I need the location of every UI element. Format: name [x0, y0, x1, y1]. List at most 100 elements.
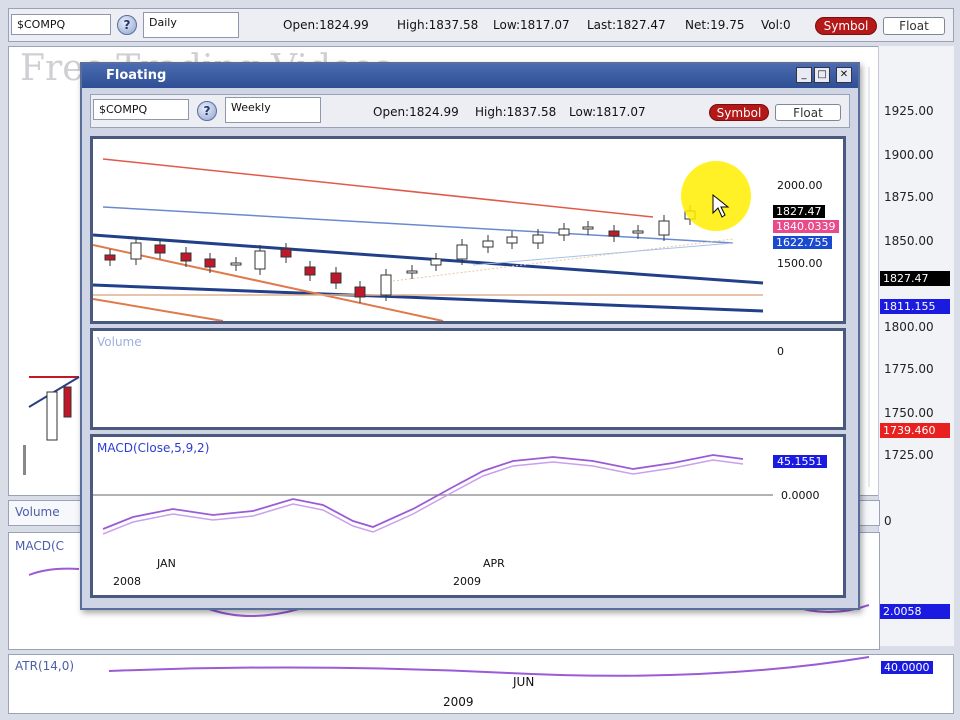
candle-body: [154, 244, 166, 254]
net-value: Net:19.75: [685, 18, 745, 32]
maximize-icon[interactable]: □: [814, 67, 830, 83]
price-axis-label: 1850.00: [884, 234, 934, 248]
close-icon[interactable]: ✕: [836, 67, 852, 83]
ma-price-tag: 1622.755: [773, 236, 832, 249]
price-axis-label: 1750.00: [884, 406, 934, 420]
macd-zero-label: 0.0000: [781, 489, 820, 502]
atr-plot: [108, 656, 870, 677]
last-price-tag: 1827.47: [880, 271, 950, 286]
channel-trendline: [93, 298, 224, 321]
x-axis-year: 2008: [113, 575, 141, 588]
candle-body: [230, 262, 242, 266]
symbol-button[interactable]: Symbol: [815, 17, 877, 35]
candle-body: [456, 244, 468, 260]
atr-panel[interactable]: ATR(14,0) JUN 2009 40.0000: [8, 654, 954, 714]
floating-window-titlebar[interactable]: Floating _ □ ✕: [82, 64, 858, 88]
bg-candle: [46, 391, 58, 441]
macd-line: [28, 567, 80, 576]
atr-value-tag: 40.0000: [881, 661, 933, 674]
macd-value-tag: 2.0058: [880, 604, 950, 619]
volume-axis-label: 0: [884, 514, 892, 528]
candle-body: [104, 254, 116, 261]
candle-body: [506, 236, 518, 244]
symbol-input[interactable]: $COMPQ: [11, 14, 111, 35]
price-axis-label: 1875.00: [884, 190, 934, 204]
volume-label: Volume: [15, 505, 60, 519]
ma-price-tag: 1739.460: [880, 423, 950, 438]
main-chart-toolbar: $COMPQ ? Daily Open:1824.99 High:1837.58…: [8, 8, 954, 42]
interval-select[interactable]: Weekly: [225, 97, 321, 123]
price-axis-label: 1775.00: [884, 362, 934, 376]
macd-line: [208, 608, 300, 617]
resistance-trendline: [102, 158, 654, 218]
atr-label: ATR(14,0): [15, 659, 75, 673]
volume-axis-label: 0: [777, 345, 784, 358]
candle-body: [608, 230, 620, 237]
macd-value-tag: 45.1551: [773, 455, 827, 468]
ma-price-tag: 1811.155: [880, 299, 950, 314]
floating-chart-window[interactable]: Floating _ □ ✕ $COMPQ ? Weekly Open:1824…: [80, 62, 860, 610]
candle-body: [204, 258, 216, 268]
last-value: Last:1827.47: [587, 18, 666, 32]
candle-body: [430, 258, 442, 266]
candle-body: [180, 252, 192, 262]
volume-label: Volume: [97, 335, 142, 349]
price-axis-label: 1800.00: [884, 320, 934, 334]
candle-body: [280, 248, 292, 258]
price-axis-label: 2000.00: [777, 179, 823, 192]
candle-body: [532, 234, 544, 244]
low-value: Low:1817.07: [493, 18, 570, 32]
floating-window-title: Floating: [106, 68, 167, 83]
help-button[interactable]: ?: [117, 15, 137, 35]
high-value: High:1837.58: [397, 18, 479, 32]
x-axis-month: JAN: [157, 557, 176, 570]
float-button[interactable]: Float: [775, 104, 841, 121]
price-axis-label: 1925.00: [884, 104, 934, 118]
candle-body: [558, 228, 570, 236]
bg-candle: [23, 445, 26, 475]
high-value: High:1837.58: [475, 105, 557, 119]
price-axis-label: 1900.00: [884, 148, 934, 162]
candle-body: [354, 286, 366, 298]
candle-body: [482, 240, 494, 248]
open-value: Open:1824.99: [373, 105, 459, 119]
price-axis-label: 1725.00: [884, 448, 934, 462]
floating-macd-panel[interactable]: MACD(Close,5,9,2) 45.1551 0.0000 JAN APR…: [90, 434, 846, 598]
interval-select[interactable]: Daily: [143, 12, 239, 38]
x-axis-month: JUN: [513, 675, 535, 689]
price-axis-label: 1500.00: [777, 257, 823, 270]
floating-price-panel[interactable]: 2000.00 1500.00 1827.47 1840.0339 1622.7…: [90, 136, 846, 324]
main-price-axis: [878, 46, 954, 646]
open-value: Open:1824.99: [283, 18, 369, 32]
candle-body: [304, 266, 316, 276]
low-value: Low:1817.07: [569, 105, 646, 119]
support-trendline: [93, 233, 764, 285]
candle-body: [658, 220, 670, 236]
floating-macd-plot: [93, 454, 773, 535]
candle-body: [582, 226, 594, 230]
floating-volume-panel[interactable]: Volume 0: [90, 328, 846, 430]
candle-body: [632, 230, 644, 234]
vol-value: Vol:0: [761, 18, 791, 32]
candle-body: [406, 270, 418, 274]
symbol-button[interactable]: Symbol: [709, 104, 769, 121]
float-button[interactable]: Float: [883, 17, 945, 35]
candle-body: [130, 242, 142, 260]
candle-body: [380, 274, 392, 296]
minimize-icon[interactable]: _: [796, 67, 812, 83]
candle-body: [330, 272, 342, 284]
support-trendline: [93, 283, 764, 313]
macd-label: MACD(C: [15, 539, 65, 553]
candle-body: [254, 250, 266, 270]
cursor-pointer-icon: [712, 193, 730, 218]
x-axis-month: APR: [483, 557, 505, 570]
atr-line: [108, 656, 870, 677]
x-axis-year: 2009: [443, 695, 474, 709]
ma-price-tag: 1840.0339: [773, 220, 839, 233]
bg-candle: [63, 386, 72, 418]
macd-signal-line: [102, 459, 744, 535]
floating-chart-toolbar: $COMPQ ? Weekly Open:1824.99 High:1837.5…: [90, 94, 850, 128]
x-axis-year: 2009: [453, 575, 481, 588]
symbol-input[interactable]: $COMPQ: [93, 99, 189, 120]
help-button[interactable]: ?: [197, 101, 217, 121]
